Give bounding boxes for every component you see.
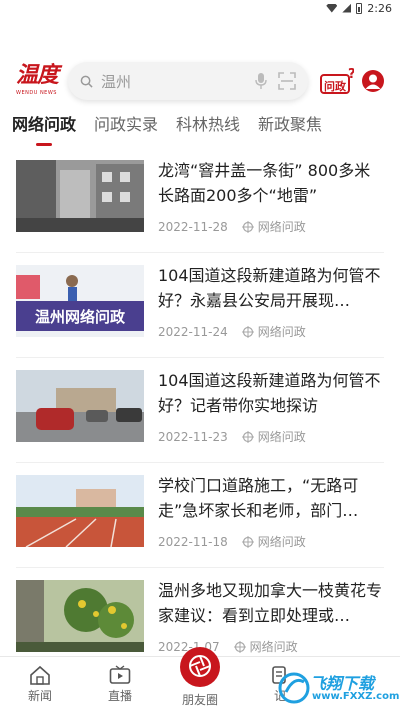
article-list: 龙湾“窨井盖一条街” 800多米长路面200多个“地雷” 2022-11-28 … — [0, 148, 400, 673]
wifi-icon — [326, 3, 338, 13]
nav-moments[interactable]: 朋友圈 — [172, 647, 228, 708]
nav-news[interactable]: 新闻 — [12, 665, 68, 704]
logo-subtext: WENDU NEWS — [16, 90, 57, 96]
nav-news-label: 新闻 — [27, 689, 52, 703]
article-title: 温州多地又现加拿大一枝黄花专家建议：看到立即处理或… — [158, 581, 383, 625]
wenzheng-label: 问政 — [324, 79, 347, 93]
signal-icon — [342, 3, 352, 13]
article-date: 2022-11-23 — [158, 429, 228, 444]
source-icon — [233, 640, 246, 653]
source-icon — [241, 220, 254, 233]
article-source: 网络问政 — [257, 535, 306, 549]
article-date: 2022-11-24 — [158, 324, 228, 339]
thumbnail-banner-text: 温州网络问政 — [35, 308, 126, 326]
tab-wangluo-wenzheng[interactable]: 网络问政 — [12, 110, 76, 140]
wenzheng-icon: 问政 ? — [320, 67, 356, 94]
nav-live[interactable]: 直播 — [92, 665, 148, 704]
article-source: 网络问政 — [257, 430, 306, 444]
tab-wenzheng-shilu[interactable]: 问政实录 — [94, 110, 158, 140]
article-source: 网络问政 — [257, 325, 306, 339]
aperture-icon — [180, 647, 220, 687]
watermark: 飞翔下载 www.FXXZ.com — [276, 666, 400, 710]
scan-icon[interactable] — [278, 72, 296, 90]
nav-moments-label: 朋友圈 — [181, 693, 218, 707]
article-item[interactable]: 104国道这段新建道路为何管不好？记者带你实地探访 2022-11-23 网络问… — [16, 358, 384, 463]
search-bar[interactable]: 温州 — [68, 62, 308, 100]
article-thumbnail — [16, 580, 144, 652]
article-date: 2022-11-18 — [158, 534, 228, 549]
status-bar: 2:26 — [0, 0, 400, 16]
user-avatar[interactable] — [362, 70, 384, 92]
watermark-logo-icon — [278, 672, 310, 704]
tab-xinzheng-jujiao[interactable]: 新政聚焦 — [258, 110, 322, 140]
user-icon — [365, 74, 381, 89]
source-icon — [241, 535, 254, 548]
article-title: 104国道这段新建道路为何管不好？记者带你实地探访 — [158, 371, 381, 415]
article-item[interactable]: 龙湾“窨井盖一条街” 800多米长路面200多个“地雷” 2022-11-28 … — [16, 148, 384, 253]
article-source: 网络问政 — [249, 640, 298, 654]
app-logo[interactable]: 温度 WENDU NEWS — [16, 62, 64, 102]
source-icon — [241, 325, 254, 338]
article-title: 104国道这段新建道路为何管不好？永嘉县公安局开展现… — [158, 266, 381, 310]
search-input[interactable]: 温州 — [101, 71, 254, 92]
status-time: 2:26 — [367, 1, 392, 15]
article-title: 学校门口道路施工，“无路可走”急坏家长和老师，部门… — [158, 476, 359, 520]
source-icon — [241, 430, 254, 443]
article-item[interactable]: 温州网络问政 104国道这段新建道路为何管不好？永嘉县公安局开展现… 2022-… — [16, 253, 384, 358]
watermark-url: www.FXXZ.com — [312, 691, 400, 702]
article-thumbnail — [16, 370, 144, 442]
search-icon — [80, 75, 93, 88]
logo-text: 温度 — [16, 62, 59, 88]
home-icon — [30, 665, 50, 685]
app-header: 温度 WENDU NEWS 温州 问政 ? — [0, 58, 400, 104]
wenzheng-button[interactable]: 问政 ? — [320, 67, 356, 97]
article-item[interactable]: 学校门口道路施工，“无路可走”急坏家长和老师，部门… 2022-11-18 网络… — [16, 463, 384, 568]
battery-icon — [356, 2, 363, 14]
tab-kelin-rexian[interactable]: 科林热线 — [176, 110, 240, 140]
article-title: 龙湾“窨井盖一条街” 800多米长路面200多个“地雷” — [158, 161, 371, 205]
article-date: 2022-11-28 — [158, 219, 228, 234]
article-source: 网络问政 — [257, 220, 306, 234]
category-tabs: 网络问政 问政实录 科林热线 新政聚焦 — [0, 110, 400, 146]
microphone-icon[interactable] — [254, 72, 268, 90]
article-thumbnail — [16, 475, 144, 547]
nav-live-label: 直播 — [107, 689, 132, 703]
article-thumbnail — [16, 160, 144, 232]
tv-icon — [109, 665, 131, 684]
svg-text:?: ? — [348, 67, 354, 82]
article-thumbnail: 温州网络问政 — [16, 265, 144, 337]
